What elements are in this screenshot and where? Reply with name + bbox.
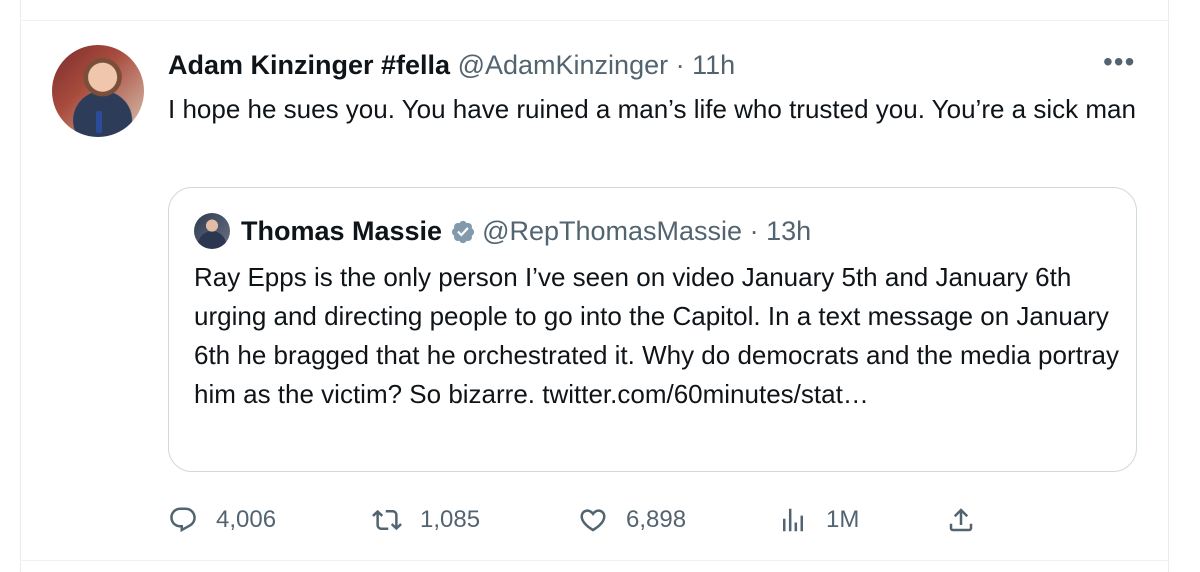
view-count: 1M bbox=[826, 506, 860, 533]
heart-icon bbox=[578, 505, 608, 535]
quoted-author-handle[interactable]: @RepThomasMassie bbox=[482, 216, 742, 246]
author-name[interactable]: Adam Kinzinger #fella bbox=[168, 50, 450, 80]
quoted-tweet-text: Ray Epps is the only person I’ve seen on… bbox=[194, 262, 1119, 409]
quoted-author-avatar[interactable] bbox=[194, 213, 230, 249]
like-button[interactable]: 6,898 bbox=[578, 500, 686, 540]
author-avatar[interactable] bbox=[52, 45, 144, 137]
tweet-time[interactable]: 11h bbox=[692, 50, 735, 80]
top-divider bbox=[20, 20, 1169, 21]
header-separator: · bbox=[675, 50, 685, 80]
tweet-text: I hope he sues you. You have ruined a ma… bbox=[168, 94, 1136, 124]
views-button[interactable]: 1M bbox=[778, 500, 859, 540]
verified-badge-icon bbox=[450, 218, 476, 254]
retweet-count: 1,085 bbox=[420, 506, 481, 533]
share-icon bbox=[946, 505, 976, 535]
more-options-icon[interactable]: ••• bbox=[1103, 46, 1135, 78]
bottom-divider bbox=[20, 560, 1169, 561]
author-handle[interactable]: @AdamKinzinger bbox=[458, 50, 669, 80]
retweet-icon bbox=[372, 505, 402, 535]
right-border bbox=[1168, 0, 1169, 572]
retweet-button[interactable]: 1,085 bbox=[372, 500, 480, 540]
quoted-tweet-time[interactable]: 13h bbox=[766, 216, 811, 246]
reply-count: 4,006 bbox=[216, 506, 277, 533]
quoted-tweet[interactable]: Thomas Massie @RepThomasMassie · 13h Ray … bbox=[168, 187, 1137, 472]
share-button[interactable] bbox=[946, 500, 976, 540]
quoted-tweet-header: Thomas Massie @RepThomasMassie · 13h bbox=[241, 213, 811, 254]
quoted-header-separator: · bbox=[749, 216, 759, 246]
reply-icon bbox=[168, 505, 198, 535]
quoted-author-name[interactable]: Thomas Massie bbox=[241, 216, 442, 246]
like-count: 6,898 bbox=[626, 506, 687, 533]
reply-button[interactable]: 4,006 bbox=[168, 500, 276, 540]
tweet-header: Adam Kinzinger #fella @AdamKinzinger · 1… bbox=[168, 46, 735, 84]
left-border bbox=[20, 0, 21, 572]
action-bar: 4,006 1,085 6,898 1M bbox=[168, 500, 1148, 540]
bar-chart-icon bbox=[778, 505, 808, 535]
avatar-tie-detail bbox=[96, 111, 102, 133]
